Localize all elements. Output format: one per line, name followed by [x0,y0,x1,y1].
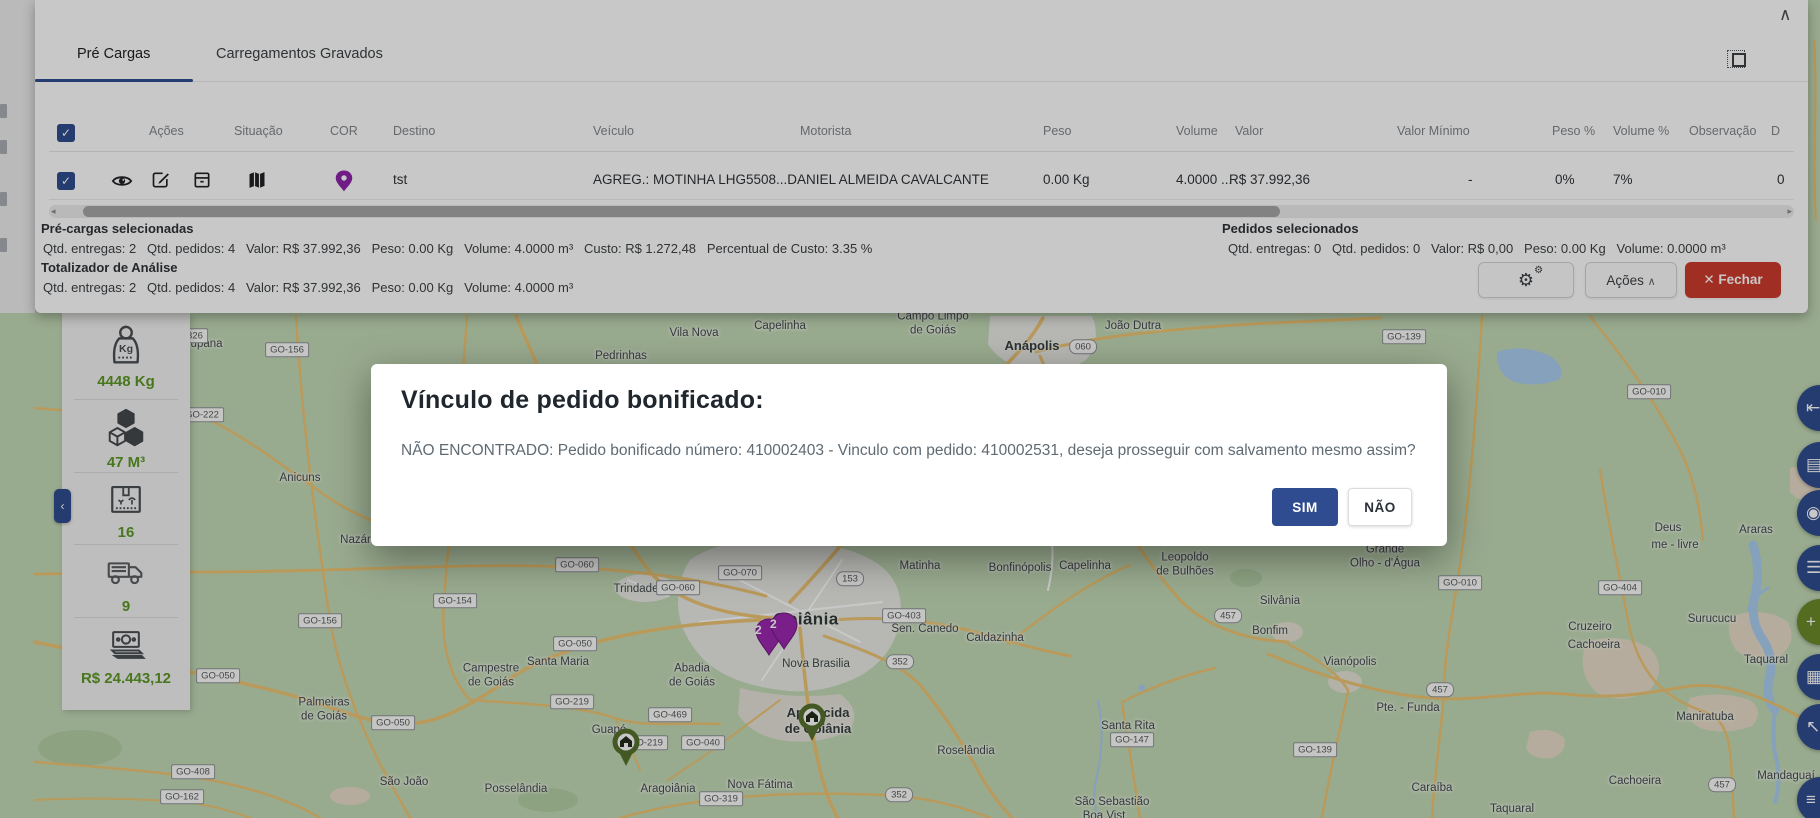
nao-button[interactable]: NÃO [1348,488,1412,526]
sim-button[interactable]: SIM [1272,488,1338,526]
dialog-message: NÃO ENCONTRADO: Pedido bonificado número… [401,442,1416,460]
bonificado-dialog: Vínculo de pedido bonificado: NÃO ENCONT… [371,364,1447,546]
dialog-title: Vínculo de pedido bonificado: [401,386,764,415]
app-screen: GoiâniaAnápolisAparecida de GoiâniaTrind… [0,0,1820,818]
